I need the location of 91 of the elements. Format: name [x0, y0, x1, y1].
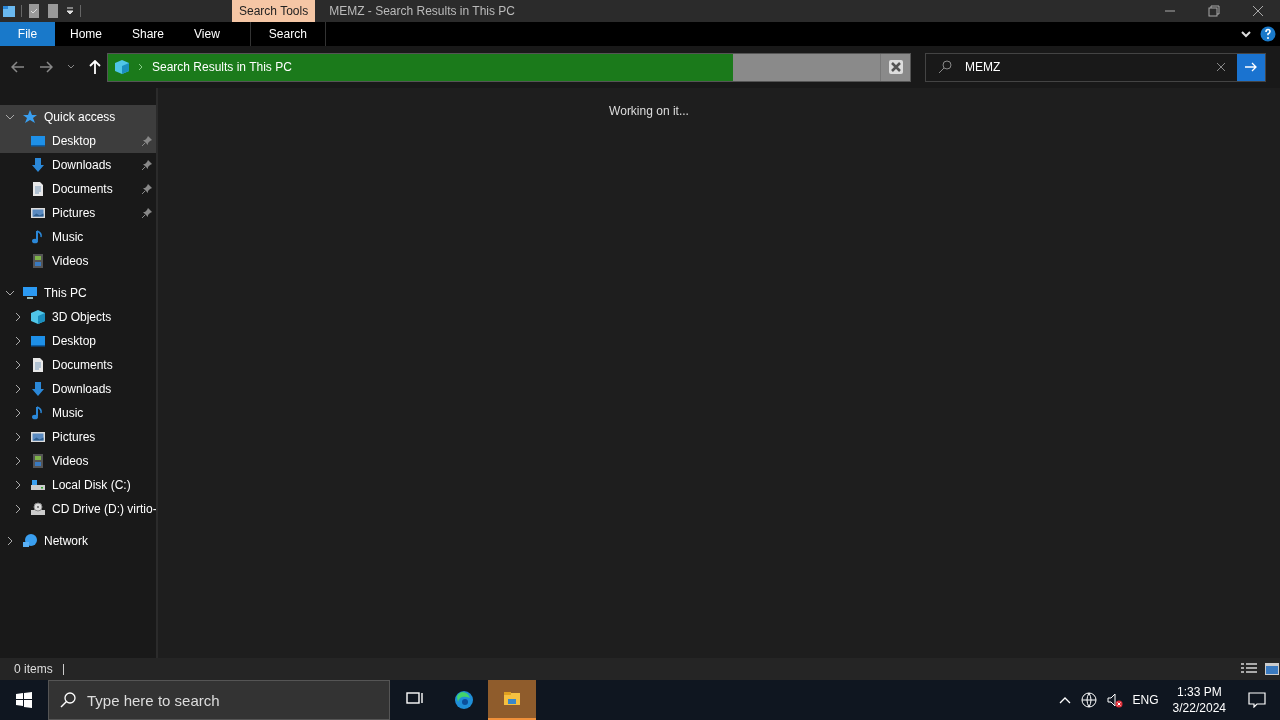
document-icon	[30, 357, 46, 373]
monitor-icon	[30, 133, 46, 149]
ribbon-tab[interactable]: File	[0, 22, 55, 46]
language-indicator[interactable]: ENG	[1132, 693, 1159, 707]
globe-icon[interactable]	[1080, 692, 1097, 708]
pin-icon	[142, 208, 152, 218]
film-icon	[30, 453, 46, 469]
dropdown-icon[interactable]	[65, 5, 75, 17]
status-message: Working on it...	[609, 104, 689, 118]
chevron-right-icon[interactable]	[5, 536, 15, 546]
star-icon	[22, 109, 38, 125]
speaker-muted-icon[interactable]	[1106, 692, 1123, 708]
folder-icon[interactable]	[2, 4, 16, 18]
film-icon	[30, 253, 46, 269]
address-bar[interactable]: Search Results in This PC	[107, 52, 911, 82]
up-arrow-icon[interactable]	[89, 60, 101, 74]
clock-time[interactable]: 1:33 PM	[1176, 684, 1222, 700]
chevron-right-icon[interactable]	[13, 432, 23, 442]
tree-item[interactable]: Local Disk (C:)	[0, 473, 156, 497]
chevron-right-icon[interactable]	[13, 408, 23, 418]
tree-item[interactable]: Pictures	[0, 425, 156, 449]
tree-item[interactable]: This PC	[0, 281, 156, 305]
down-arrow-icon	[30, 381, 46, 397]
taskbar-search-field[interactable]: Type here to search	[48, 680, 390, 720]
tree-item[interactable]: Desktop	[0, 329, 156, 353]
clear-icon[interactable]	[1216, 61, 1226, 72]
picture-icon	[30, 429, 46, 445]
help-icon[interactable]	[1260, 26, 1276, 42]
tree-item[interactable]: Pictures	[0, 201, 156, 225]
pin-icon	[142, 160, 152, 170]
tree-item[interactable]: Network	[0, 529, 156, 553]
picture-icon	[30, 205, 46, 221]
chevron-right-icon[interactable]	[13, 504, 23, 514]
address-path: Search Results in This PC	[152, 60, 292, 74]
computer-icon	[22, 285, 38, 301]
optical-drive-icon	[30, 501, 46, 517]
windows-logo-icon	[16, 692, 32, 708]
drive-icon	[30, 477, 46, 493]
chevron-right-icon[interactable]	[13, 360, 23, 370]
stop-icon[interactable]	[888, 60, 903, 74]
chevron-right-icon[interactable]	[13, 384, 23, 394]
browser-icon	[454, 690, 474, 710]
close-icon[interactable]	[1252, 5, 1264, 17]
tree-item[interactable]: Downloads	[0, 377, 156, 401]
cube-icon	[30, 309, 46, 325]
tree-item[interactable]: Documents	[0, 353, 156, 377]
breadcrumb-chevron-icon	[138, 63, 144, 71]
chevron-up-icon[interactable]	[1058, 696, 1071, 704]
tree-item[interactable]: Music	[0, 401, 156, 425]
item-count: 0 items	[14, 662, 53, 676]
monitor-icon	[30, 333, 46, 349]
tree-item[interactable]: Desktop	[0, 129, 156, 153]
right-arrow-icon	[1244, 61, 1258, 73]
details-view-icon[interactable]	[1241, 663, 1257, 675]
tree-item[interactable]: CD Drive (D:) virtio-	[0, 497, 156, 521]
clock-date[interactable]: 3/22/2024	[1172, 700, 1226, 716]
notification-icon[interactable]	[1248, 692, 1266, 708]
cube-icon	[114, 59, 130, 75]
ribbon-tab[interactable]: View	[179, 22, 235, 46]
properties-icon[interactable]	[27, 3, 41, 19]
ribbon-tab[interactable]: Home	[55, 22, 117, 46]
tree-item[interactable]: Documents	[0, 177, 156, 201]
search-icon	[938, 59, 952, 74]
chevron-right-icon[interactable]	[13, 480, 23, 490]
pin-icon	[142, 136, 152, 146]
chevron-right-icon[interactable]	[13, 336, 23, 346]
large-icons-view-icon[interactable]	[1265, 663, 1279, 675]
tree-item[interactable]: 3D Objects	[0, 305, 156, 329]
chevron-down-icon[interactable]	[5, 288, 15, 298]
search-go-button[interactable]	[1237, 53, 1265, 81]
chevron-right-icon[interactable]	[13, 456, 23, 466]
tree-item[interactable]: Videos	[0, 249, 156, 273]
tree-item[interactable]: Music	[0, 225, 156, 249]
window-title: MEMZ - Search Results in This PC	[328, 3, 516, 20]
tree-item[interactable]: Videos	[0, 449, 156, 473]
forward-arrow-icon[interactable]	[39, 61, 53, 73]
document-icon	[30, 181, 46, 197]
back-arrow-icon[interactable]	[11, 61, 25, 73]
chevron-right-icon[interactable]	[13, 312, 23, 322]
down-arrow-icon	[30, 157, 46, 173]
context-tab-label: Search Tools	[232, 0, 316, 22]
dropdown-icon[interactable]	[67, 64, 75, 70]
ribbon-tab[interactable]: Share	[117, 22, 180, 46]
search-field[interactable]: MEMZ	[925, 52, 1266, 82]
tree-item[interactable]: Quick access	[0, 105, 156, 129]
chevron-down-icon[interactable]	[1240, 28, 1252, 40]
restore-icon[interactable]	[1208, 5, 1220, 17]
tree-item[interactable]: Downloads	[0, 153, 156, 177]
pin-icon	[142, 184, 152, 194]
search-icon	[60, 692, 76, 708]
globe-computers-icon	[22, 533, 38, 549]
